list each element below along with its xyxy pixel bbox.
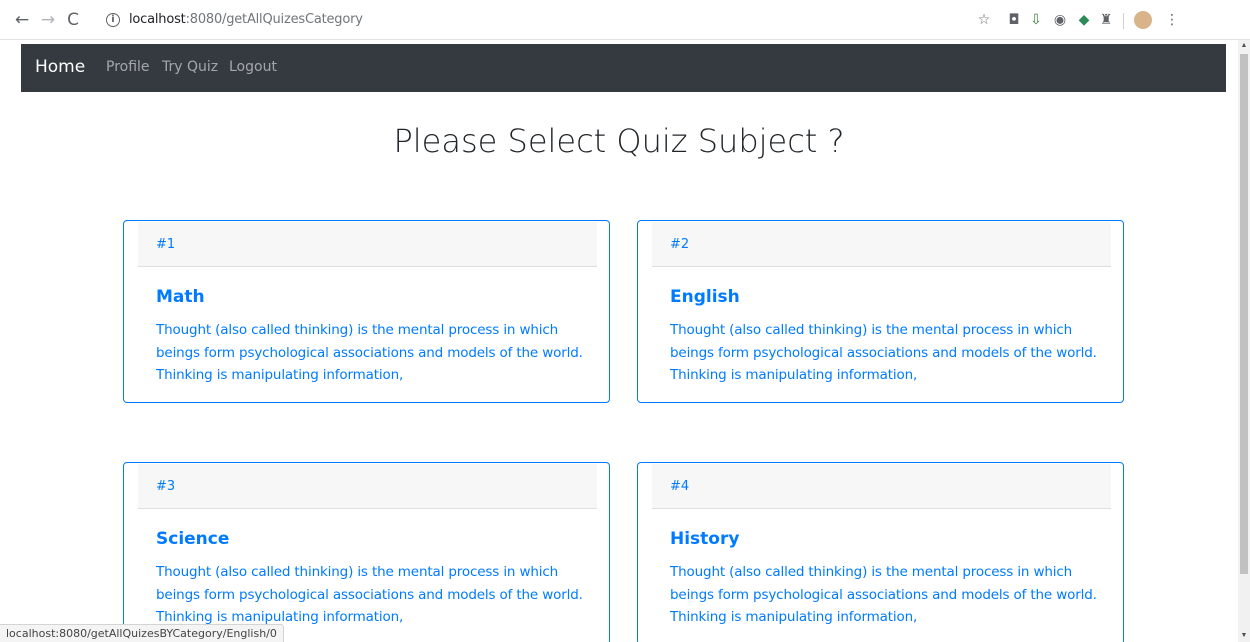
bookmark-star-icon[interactable]: ☆ xyxy=(976,12,992,28)
nav-link-logout[interactable]: Logout xyxy=(229,59,277,75)
link-status-bar: localhost:8080/getAllQuizesBYCategory/En… xyxy=(0,624,284,642)
card-text-line: beings form psychological associations a… xyxy=(670,586,1097,603)
card-text-line: Thinking is manipulating information, xyxy=(670,609,918,625)
scroll-thumb[interactable] xyxy=(1240,54,1248,574)
card-header: #3 xyxy=(138,464,597,509)
extension-robot-icon[interactable]: ♜ xyxy=(1098,12,1114,28)
nav-link-profile[interactable]: Profile xyxy=(106,59,150,75)
quiz-card-science[interactable]: #3 Science Thought (also called thinking… xyxy=(123,462,610,642)
reload-icon[interactable]: C xyxy=(63,10,83,30)
card-number: #4 xyxy=(670,479,690,494)
card-description: Thought (also called thinking) is the me… xyxy=(670,319,1110,387)
toolbar-divider xyxy=(1123,13,1124,29)
address-bar[interactable]: i localhost:8080/getAllQuizesCategory xyxy=(106,8,1238,34)
scroll-up-arrow-icon[interactable]: ▲ xyxy=(1238,40,1250,52)
card-header: #2 xyxy=(652,222,1111,267)
scroll-down-arrow-icon[interactable]: ▼ xyxy=(1238,630,1250,642)
url-host: localhost xyxy=(129,12,186,27)
card-title[interactable]: English xyxy=(670,287,740,307)
quiz-card-english[interactable]: #2 English Thought (also called thinking… xyxy=(637,220,1124,403)
card-number: #1 xyxy=(156,237,176,252)
card-title[interactable]: Math xyxy=(156,287,205,307)
card-description: Thought (also called thinking) is the me… xyxy=(670,561,1110,629)
card-header: #4 xyxy=(652,464,1111,509)
card-header: #1 xyxy=(138,222,597,267)
quiz-card-history[interactable]: #4 History Thought (also called thinking… xyxy=(637,462,1124,642)
menu-kebab-icon[interactable]: ⋮ xyxy=(1164,12,1180,28)
card-text-line: beings form psychological associations a… xyxy=(670,344,1097,361)
url-text[interactable]: localhost:8080/getAllQuizesCategory xyxy=(129,12,363,27)
card-text-line: Thinking is manipulating information, xyxy=(670,367,918,383)
card-text-line: beings form psychological associations a… xyxy=(156,344,583,361)
camera-icon[interactable]: ◘ xyxy=(1006,12,1022,28)
extension-gem-icon[interactable]: ◆ xyxy=(1076,12,1092,28)
card-number: #2 xyxy=(670,237,690,252)
card-text-line: beings form psychological associations a… xyxy=(156,586,583,603)
extension-circle-icon[interactable]: ◉ xyxy=(1052,12,1068,28)
card-text-line: Thought (also called thinking) is the me… xyxy=(670,564,1073,580)
download-icon[interactable]: ⇩ xyxy=(1028,12,1044,28)
browser-toolbar: ← → C i localhost:8080/getAllQuizesCateg… xyxy=(0,0,1250,40)
card-title[interactable]: History xyxy=(670,529,739,549)
quiz-card-math[interactable]: #1 Math Thought (also called thinking) i… xyxy=(123,220,610,403)
card-description: Thought (also called thinking) is the me… xyxy=(156,561,596,629)
back-arrow-icon[interactable]: ← xyxy=(12,10,32,30)
profile-avatar-icon[interactable] xyxy=(1134,11,1152,29)
top-navbar: Home Profile Try Quiz Logout xyxy=(21,44,1226,92)
card-number: #3 xyxy=(156,479,176,494)
card-text-line: Thought (also called thinking) is the me… xyxy=(156,564,559,580)
card-text-line: Thinking is manipulating information, xyxy=(156,367,404,383)
page-title: Please Select Quiz Subject ? xyxy=(393,122,845,160)
url-path: :8080/getAllQuizesCategory xyxy=(185,12,363,27)
card-description: Thought (also called thinking) is the me… xyxy=(156,319,596,387)
card-text-line: Thought (also called thinking) is the me… xyxy=(156,322,559,338)
card-text-line: Thought (also called thinking) is the me… xyxy=(670,322,1073,338)
card-title[interactable]: Science xyxy=(156,529,229,549)
vertical-scrollbar[interactable]: ▲ ▼ xyxy=(1238,40,1250,642)
info-icon[interactable]: i xyxy=(106,13,120,27)
nav-brand-home[interactable]: Home xyxy=(35,57,85,77)
forward-arrow-icon[interactable]: → xyxy=(38,10,58,30)
nav-link-try-quiz[interactable]: Try Quiz xyxy=(162,59,218,75)
